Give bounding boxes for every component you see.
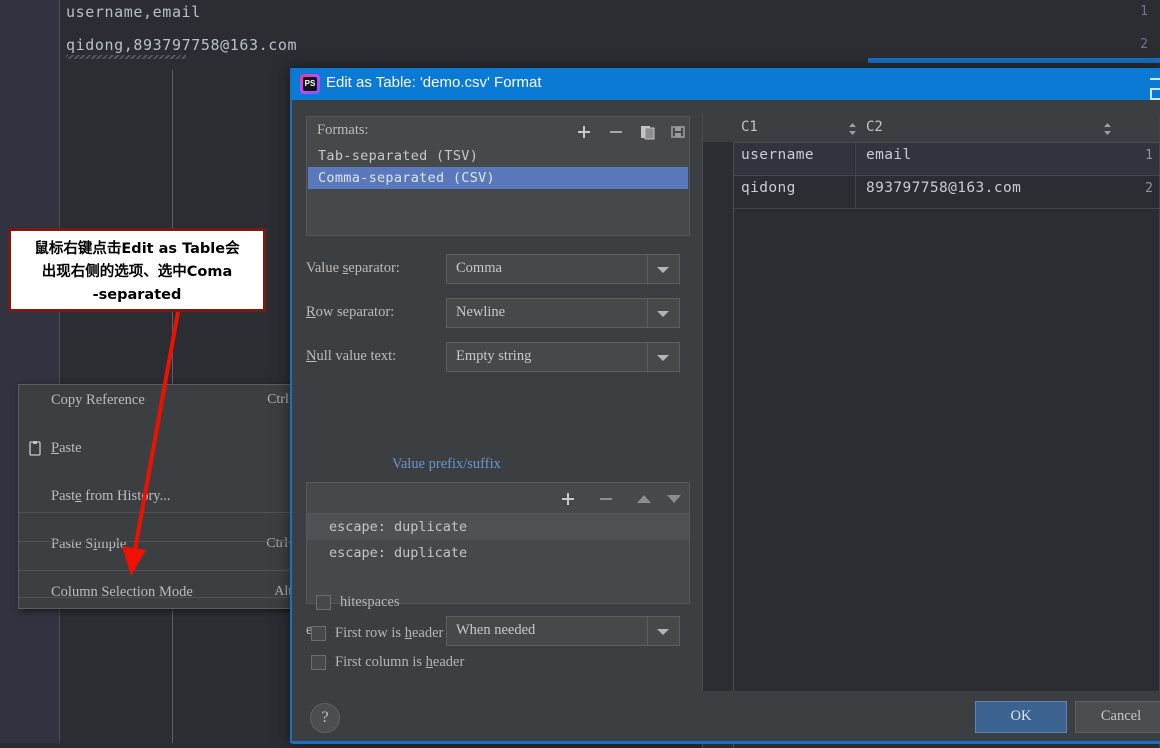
table-row-number: 1 xyxy=(1145,148,1153,163)
trim-whitespaces-checkbox[interactable] xyxy=(316,595,331,610)
editor-gutter xyxy=(0,0,60,743)
phpstorm-icon: PS xyxy=(300,74,320,94)
table-row-header-column xyxy=(703,142,734,748)
editor-top-accent xyxy=(868,58,1160,63)
first-row-is-header-label: First row is header xyxy=(335,625,444,641)
spellcheck-squiggle xyxy=(66,55,186,59)
formats-header: Formats: xyxy=(307,117,689,145)
table-grid-line xyxy=(734,175,1159,176)
save-format-icon[interactable] xyxy=(669,123,687,141)
menu-item-label: Paste Simple xyxy=(51,536,127,552)
maximize-button[interactable] xyxy=(1150,88,1160,100)
null-value-text-label: Null value text: xyxy=(306,348,397,364)
trim-whitespaces-label: hitespaces xyxy=(340,594,400,610)
annotation-line-3: -separated xyxy=(92,287,182,303)
table-preview[interactable]: C1 C2 1 username email 2 qidong 89379775… xyxy=(702,114,1160,748)
row-separator-label: Row separator: xyxy=(306,304,395,320)
formats-list[interactable]: Tab-separated (TSV) Comma-separated (CSV… xyxy=(308,145,688,233)
row-separator-row: Row separator: Newline xyxy=(306,298,688,328)
first-row-is-header-checkbox[interactable] xyxy=(311,626,326,641)
trim-whitespaces-checkbox-row[interactable]: hitespaces xyxy=(316,593,676,615)
table-grid-line xyxy=(855,143,856,208)
value-separator-row: Value separator: Comma xyxy=(306,254,688,284)
value-separator-label: Value separator: xyxy=(306,260,400,276)
quotation-list[interactable]: escape: duplicate escape: duplicate xyxy=(307,514,689,602)
ok-button[interactable]: OK xyxy=(975,701,1067,733)
row-separator-value: Newline xyxy=(456,304,506,320)
table-column-header-c1[interactable]: C1 xyxy=(741,119,758,135)
duplicate-format-icon[interactable] xyxy=(639,123,657,141)
value-separator-combo[interactable]: Comma xyxy=(446,254,680,284)
first-column-is-header-label: First column is header xyxy=(335,654,465,670)
null-value-text-row: Null value text: Empty string xyxy=(306,342,688,372)
value-separator-value: Comma xyxy=(456,260,502,276)
quotation-item[interactable]: escape: duplicate xyxy=(307,514,689,540)
line-number: 2 xyxy=(1140,37,1148,52)
table-grid-line xyxy=(734,208,1159,209)
table-header-row: C1 C2 xyxy=(703,114,1159,143)
caret-glyph xyxy=(657,267,669,273)
cancel-button[interactable]: Cancel xyxy=(1075,701,1160,733)
dialog-footer: ? OK Cancel xyxy=(292,691,1160,743)
sort-indicator-icon[interactable] xyxy=(848,122,857,135)
caret-glyph xyxy=(657,355,669,361)
menu-item-label: Paste from History... xyxy=(51,488,171,504)
annotation-line-1: 鼠标右键点击Edit as Table会 xyxy=(34,241,240,257)
formats-panel[interactable]: Formats: Tab-separated (TSV) Comma-separ… xyxy=(306,116,690,236)
table-cell[interactable]: email xyxy=(866,147,912,163)
null-value-text-combo[interactable]: Empty string xyxy=(446,342,680,372)
menu-item-label: Copy Reference xyxy=(51,392,145,408)
table-cell[interactable]: qidong xyxy=(741,180,796,196)
edit-as-table-format-dialog[interactable]: PS Edit as Table: 'demo.csv' Format Form… xyxy=(290,68,1160,748)
value-prefix-suffix-link[interactable]: Value prefix/suffix xyxy=(392,456,501,473)
quotation-toolbar xyxy=(307,483,689,514)
menu-item-label: Column Selection Mode xyxy=(51,584,193,600)
first-column-is-header-checkbox-row[interactable]: First column is header xyxy=(311,653,671,675)
remove-quote-icon[interactable] xyxy=(597,490,615,508)
sort-indicator-icon[interactable] xyxy=(1103,122,1112,135)
move-up-icon[interactable] xyxy=(635,490,653,508)
first-column-is-header-checkbox[interactable] xyxy=(311,655,326,670)
annotation-callout: 鼠标右键点击Edit as Table会 出现右侧的选项、选中Coma -sep… xyxy=(8,228,266,312)
table-cell[interactable]: 893797758@163.com xyxy=(866,180,1021,196)
move-down-icon[interactable] xyxy=(665,490,683,508)
code-line[interactable]: username,email xyxy=(66,3,201,21)
menu-item-label: Paste xyxy=(51,440,82,456)
minimize-button[interactable] xyxy=(1150,78,1160,80)
quotation-panel[interactable]: escape: duplicate escape: duplicate xyxy=(306,482,690,604)
table-row-number: 2 xyxy=(1145,181,1153,196)
row-separator-combo[interactable]: Newline xyxy=(446,298,680,328)
table-cell[interactable]: username xyxy=(741,147,814,163)
annotation-line-2: 出现右侧的选项、选中Coma xyxy=(41,264,233,280)
table-column-header-c2[interactable]: C2 xyxy=(866,119,883,135)
formats-label: Formats: xyxy=(317,122,369,138)
code-line[interactable]: qidong,893797758@163.com xyxy=(66,36,297,54)
caret-glyph xyxy=(657,311,669,317)
paste-icon xyxy=(27,440,43,456)
add-quote-icon[interactable] xyxy=(559,490,577,508)
format-item-tsv[interactable]: Tab-separated (TSV) xyxy=(308,145,688,167)
dialog-title: Edit as Table: 'demo.csv' Format xyxy=(326,74,542,91)
null-value-text-value: Empty string xyxy=(456,348,532,364)
remove-format-icon[interactable] xyxy=(607,123,625,141)
add-format-icon[interactable] xyxy=(575,123,593,141)
dialog-title-bar[interactable]: PS Edit as Table: 'demo.csv' Format xyxy=(292,68,1160,100)
help-button[interactable]: ? xyxy=(310,703,340,733)
quotation-item[interactable]: escape: duplicate xyxy=(307,540,689,566)
format-item-csv[interactable]: Comma-separated (CSV) xyxy=(308,167,688,189)
first-row-is-header-checkbox-row[interactable]: First row is header xyxy=(311,624,671,646)
line-number: 1 xyxy=(1140,4,1148,19)
